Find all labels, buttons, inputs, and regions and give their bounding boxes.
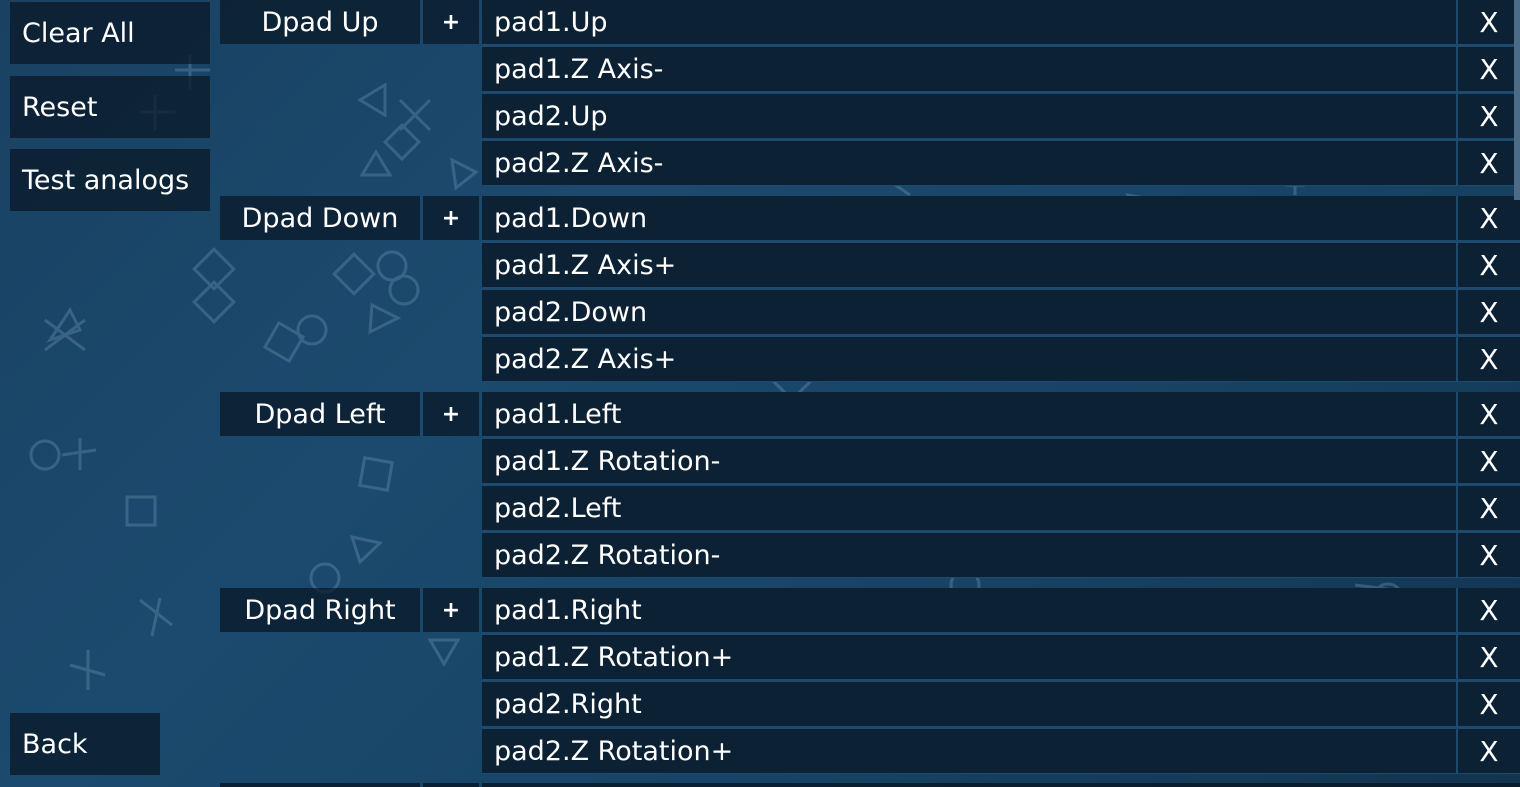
remove-binding-button[interactable]: X — [1458, 337, 1520, 381]
binding-name[interactable]: pad1.Left — [482, 392, 1456, 436]
remove-binding-button[interactable]: X — [1458, 439, 1520, 483]
binding-row: pad1.Z Rotation+ X — [482, 635, 1520, 679]
binding-row: pad2.Down X — [482, 290, 1520, 334]
control-label-dpad-left[interactable]: Dpad Left — [220, 392, 420, 436]
mapping-group-dpad-down: Dpad Down + pad1.Down Xpad1.Z Axis+ Xpad2.Do… — [220, 196, 1520, 386]
binding-list: pad1.Up Xpad1.Z Axis- Xpad2.Up Xpad2.Z Axis… — [482, 0, 1520, 186]
mapping-group-dpad-right: Dpad Right + pad1.Right Xpad1.Z Rotation+ Xp… — [220, 588, 1520, 778]
binding-name[interactable]: pad2.Z Rotation+ — [482, 729, 1456, 773]
back-button[interactable]: Back — [10, 713, 160, 775]
binding-name[interactable]: pad2.Z Axis- — [482, 141, 1456, 185]
binding-name[interactable]: pad1.Down — [482, 196, 1456, 240]
binding-row: pad1.Z Axis- X — [482, 47, 1520, 91]
mapping-group-dpad-up: Dpad Up + pad1.Up Xpad1.Z Axis- Xpad2.Up Xpad… — [220, 0, 1520, 190]
remove-binding-button[interactable]: X — [1458, 729, 1520, 773]
binding-name[interactable]: pad1.Z Axis+ — [482, 243, 1456, 287]
binding-row: pad2.Z Axis- X — [482, 141, 1520, 185]
binding-row: pad2.Up X — [482, 94, 1520, 138]
remove-binding-button[interactable]: X — [1458, 243, 1520, 287]
next-group-peek — [423, 783, 479, 787]
binding-name[interactable]: pad1.Z Rotation- — [482, 439, 1456, 483]
remove-binding-button[interactable]: X — [1458, 0, 1520, 44]
binding-name[interactable]: pad2.Z Rotation- — [482, 533, 1456, 577]
control-label-dpad-up[interactable]: Dpad Up — [220, 0, 420, 44]
binding-list: pad1.Down Xpad1.Z Axis+ Xpad2.Down Xpad2.Z … — [482, 196, 1520, 382]
test-analogs-button[interactable]: Test analogs — [10, 149, 210, 211]
add-binding-button[interactable]: + — [423, 392, 479, 436]
binding-name[interactable]: pad1.Z Rotation+ — [482, 635, 1456, 679]
remove-binding-button[interactable]: X — [1458, 47, 1520, 91]
binding-name[interactable]: pad1.Right — [482, 588, 1456, 632]
binding-name[interactable]: pad2.Up — [482, 94, 1456, 138]
binding-row: pad1.Z Axis+ X — [482, 243, 1520, 287]
control-label-dpad-down[interactable]: Dpad Down — [220, 196, 420, 240]
remove-binding-button[interactable]: X — [1458, 94, 1520, 138]
remove-binding-button[interactable]: X — [1458, 196, 1520, 240]
binding-row: pad2.Z Rotation- X — [482, 533, 1520, 577]
binding-list: pad1.Right Xpad1.Z Rotation+ Xpad2.Right Xp… — [482, 588, 1520, 774]
binding-row: pad2.Right X — [482, 682, 1520, 726]
binding-name[interactable]: pad2.Right — [482, 682, 1456, 726]
mapping-group-dpad-left: Dpad Left + pad1.Left Xpad1.Z Rotation- Xpad… — [220, 392, 1520, 582]
binding-name[interactable]: pad1.Z Axis- — [482, 47, 1456, 91]
binding-row: pad1.Z Rotation- X — [482, 439, 1520, 483]
remove-binding-button[interactable]: X — [1458, 635, 1520, 679]
binding-row: pad1.Up X — [482, 0, 1520, 44]
remove-binding-button[interactable]: X — [1458, 486, 1520, 530]
binding-row: pad1.Left X — [482, 392, 1520, 436]
binding-name[interactable]: pad2.Z Axis+ — [482, 337, 1456, 381]
clear-all-button[interactable]: Clear All — [10, 2, 210, 64]
binding-row: pad2.Z Rotation+ X — [482, 729, 1520, 773]
binding-name[interactable]: pad2.Left — [482, 486, 1456, 530]
next-group-peek — [220, 783, 420, 787]
add-binding-button[interactable]: + — [423, 588, 479, 632]
remove-binding-button[interactable]: X — [1458, 290, 1520, 334]
binding-row: pad2.Z Axis+ X — [482, 337, 1520, 381]
remove-binding-button[interactable]: X — [1458, 392, 1520, 436]
control-label-dpad-right[interactable]: Dpad Right — [220, 588, 420, 632]
remove-binding-button[interactable]: X — [1458, 588, 1520, 632]
add-binding-button[interactable]: + — [423, 196, 479, 240]
binding-list: pad1.Left Xpad1.Z Rotation- Xpad2.Left Xpad… — [482, 392, 1520, 578]
remove-binding-button[interactable]: X — [1458, 682, 1520, 726]
binding-row: pad1.Right X — [482, 588, 1520, 632]
reset-button[interactable]: Reset — [10, 76, 210, 138]
binding-row: pad1.Down X — [482, 196, 1520, 240]
add-binding-button[interactable]: + — [423, 0, 479, 44]
binding-name[interactable]: pad2.Down — [482, 290, 1456, 334]
binding-row: pad2.Left X — [482, 486, 1520, 530]
remove-binding-button[interactable]: X — [1458, 533, 1520, 577]
remove-binding-button[interactable]: X — [1458, 141, 1520, 185]
scrollbar[interactable] — [1514, 0, 1520, 200]
next-group-peek — [482, 783, 1520, 787]
binding-name[interactable]: pad1.Up — [482, 0, 1456, 44]
